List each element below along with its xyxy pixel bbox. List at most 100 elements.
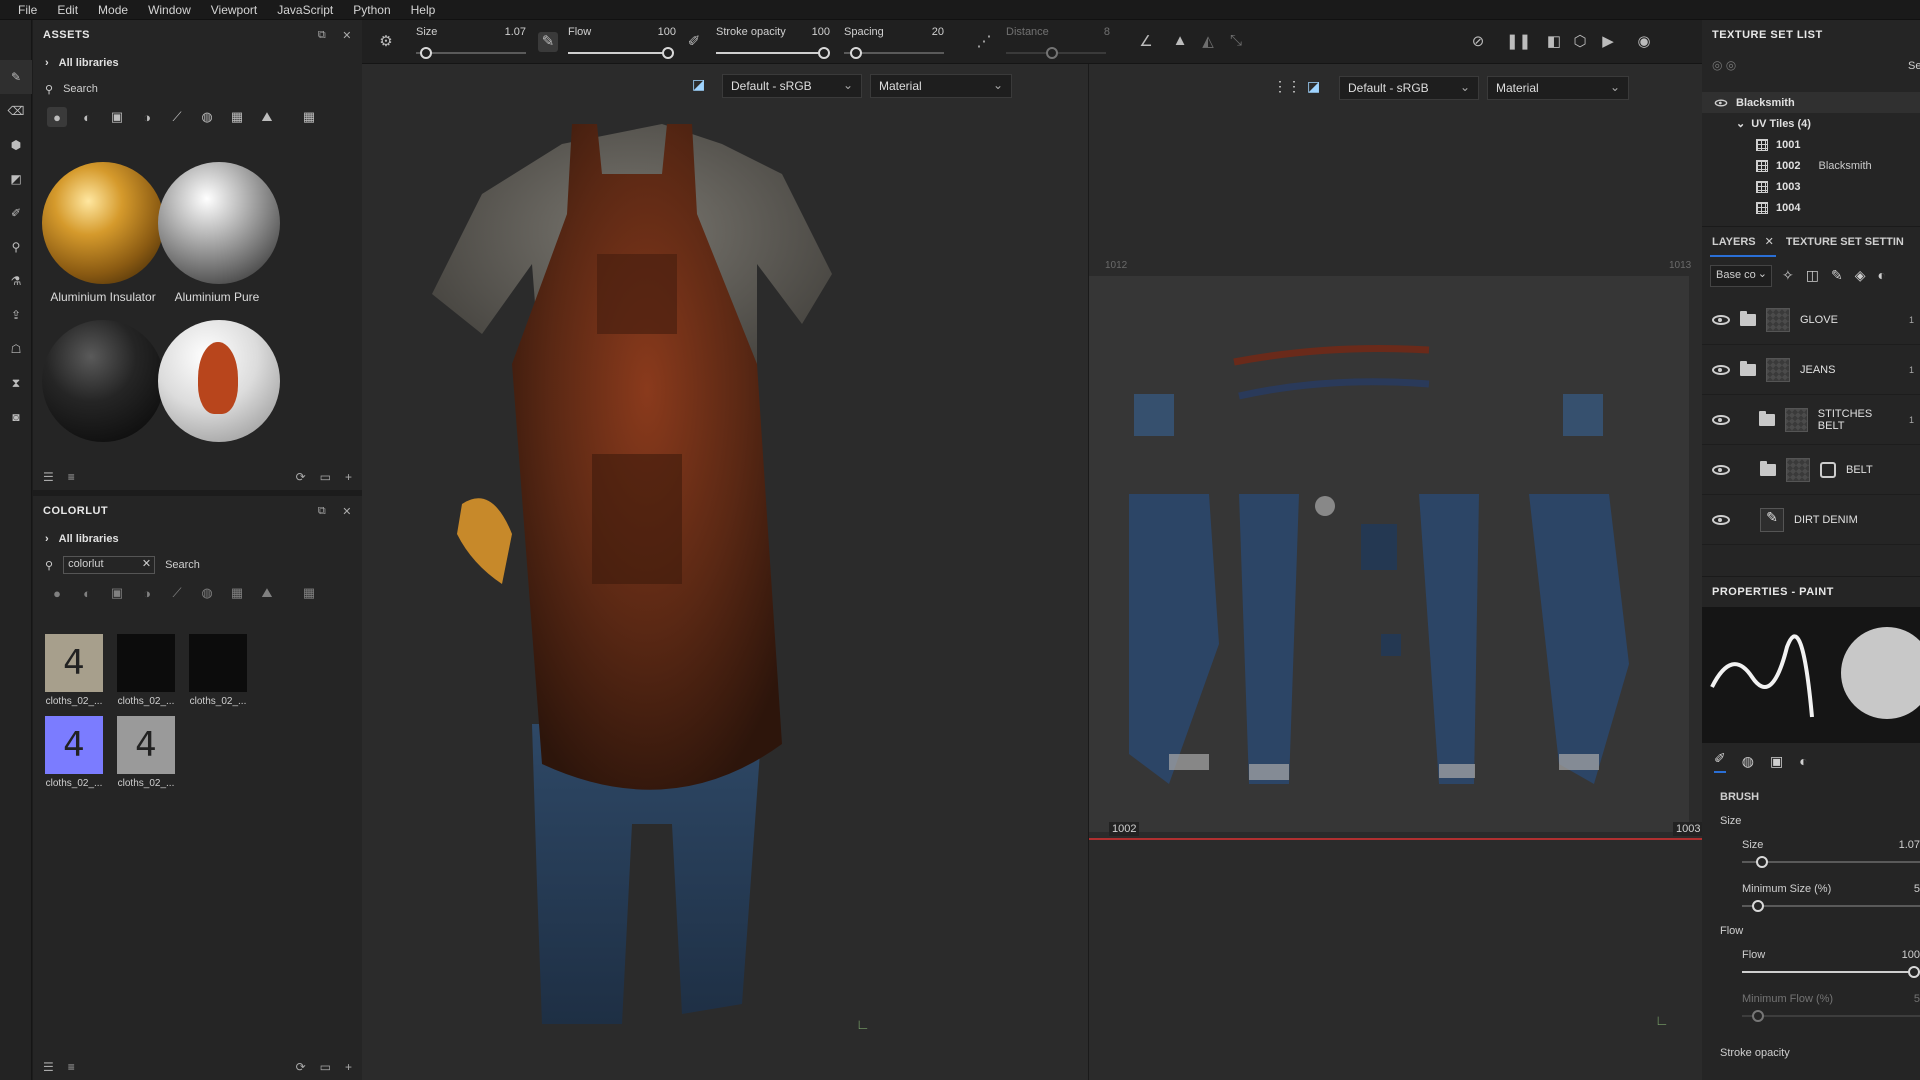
menu-python[interactable]: Python <box>343 3 400 17</box>
textures-filter-icon[interactable]: ▦ <box>227 107 247 127</box>
lut-thumbnail[interactable]: 4 <box>45 634 103 692</box>
flow-knob[interactable] <box>662 47 674 59</box>
list-view-icon[interactable]: ☰ <box>43 1060 54 1074</box>
transform-icon[interactable]: ⤡ <box>1226 32 1246 52</box>
material-tab-icon[interactable]: ◐ <box>1799 753 1807 769</box>
materials-filter-icon[interactable]: ● <box>47 583 67 603</box>
menu-edit[interactable]: Edit <box>47 3 88 17</box>
size-knob[interactable] <box>1756 856 1768 868</box>
cube-icon[interactable]: ⬡ <box>1570 32 1590 52</box>
colorlut-search-input[interactable]: colorlut ✕ <box>63 556 156 574</box>
asset-thumbnail[interactable] <box>42 320 164 442</box>
size-knob[interactable] <box>420 47 432 59</box>
smudge-tool-icon[interactable]: ✐ <box>0 196 32 230</box>
lut-thumbnail[interactable] <box>189 634 247 692</box>
eye-icon[interactable] <box>1714 99 1728 106</box>
viewport-2d[interactable]: ⋮⋮ ◪ Default - sRGB ⌄ Material ⌄ 1012 1013… <box>1088 64 1704 1080</box>
layer-row[interactable]: GLOVE 1 <box>1702 295 1920 345</box>
close-icon[interactable]: ✕ <box>1765 236 1774 248</box>
asset-thumbnail[interactable] <box>158 320 280 442</box>
add-fill-layer-icon[interactable]: ◈ <box>1855 267 1866 284</box>
channel-dropdown[interactable]: Base co ⌄ <box>1710 265 1772 287</box>
pen-pressure-icon[interactable]: ✎ <box>538 32 558 52</box>
menu-help[interactable]: Help <box>401 3 446 17</box>
smart-materials-filter-icon[interactable]: ◐ <box>77 107 97 127</box>
layer-row[interactable]: BELT <box>1702 445 1920 495</box>
viewport-3d[interactable]: ◪ Default - sRGB ⌄ Material ⌄ ∟ <box>362 64 1088 1080</box>
assets-library-selector[interactable]: › All libraries <box>33 50 362 76</box>
min-size-slider[interactable]: Minimum Size (%) 5 <box>1742 883 1920 912</box>
brush-flow-slider[interactable]: Flow 100 <box>1742 949 1920 978</box>
min-size-knob[interactable] <box>1752 900 1764 912</box>
sort-icon[interactable]: ≡ <box>68 470 75 484</box>
menu-window[interactable]: Window <box>138 3 201 17</box>
asset-thumbnail[interactable] <box>158 162 280 284</box>
colorlut-library-selector[interactable]: › All libraries <box>33 526 362 552</box>
particles-filter-icon[interactable]: ◍ <box>197 107 217 127</box>
eraser-tool-icon[interactable]: ⌫ <box>0 94 32 128</box>
flow-knob[interactable] <box>1908 966 1920 978</box>
tab-layers[interactable]: LAYERS ✕ <box>1710 228 1776 257</box>
layer-row[interactable]: ✎ DIRT DENIM <box>1702 495 1920 545</box>
uv-tile-row[interactable]: 1004 <box>1702 197 1920 218</box>
menu-file[interactable]: File <box>8 3 47 17</box>
screenshot-camera-icon[interactable]: ◉ <box>1634 32 1654 52</box>
textures-filter-icon[interactable]: ▦ <box>227 583 247 603</box>
close-icon[interactable]: ✕ <box>342 29 352 42</box>
particles-filter-icon[interactable]: ◍ <box>197 583 217 603</box>
folder-icon[interactable]: ▭ <box>320 1060 331 1074</box>
float-panel-icon[interactable]: ⧉ <box>318 505 326 518</box>
eye-icon[interactable] <box>1712 514 1730 525</box>
bake-icon[interactable]: ☖ <box>0 332 32 366</box>
eye-icon[interactable] <box>1712 464 1730 475</box>
lut-thumbnail[interactable] <box>117 634 175 692</box>
sort-icon[interactable]: ≡ <box>68 1060 75 1074</box>
symmetry-icon[interactable]: ▲ <box>1170 32 1190 52</box>
tab-texture-set-settings[interactable]: TEXTURE SET SETTIN <box>1786 236 1904 248</box>
layer-row[interactable]: STITCHES BELT 1 <box>1702 395 1920 445</box>
brush-tab-icon[interactable]: ✐ <box>1714 750 1726 773</box>
eye-icon[interactable] <box>1712 364 1730 375</box>
clone-tool-icon[interactable]: ⚲ <box>0 230 32 264</box>
export-icon[interactable]: ⇪ <box>0 298 32 332</box>
eye-icon[interactable] <box>1712 414 1730 425</box>
screenshot-icon[interactable]: ◙ <box>0 400 32 434</box>
line-angle-icon[interactable]: ∠ <box>1136 32 1156 52</box>
generators-filter-icon[interactable]: ◑ <box>137 583 157 603</box>
lazy-mouse-icon[interactable]: ⋰ <box>974 32 994 52</box>
uv-tile-row[interactable]: 1002 Blacksmith <box>1702 155 1920 176</box>
brush-size-slider[interactable]: Size 1.07 <box>1742 839 1920 868</box>
hide-icon[interactable]: ⊘ <box>1468 32 1488 52</box>
mirror-icon[interactable]: ◭ <box>1198 32 1218 52</box>
environments-filter-icon[interactable]: ⛰ <box>257 107 277 127</box>
menu-viewport[interactable]: Viewport <box>201 3 267 17</box>
lut-thumbnail-selected[interactable]: 4 <box>45 716 103 774</box>
materials-filter-icon[interactable]: ● <box>47 107 67 127</box>
split-view-icon[interactable]: ◧ <box>1544 32 1564 52</box>
add-paint-layer-icon[interactable]: ✎ <box>1831 267 1843 284</box>
uv-tile-row[interactable]: 1001 <box>1702 134 1920 155</box>
alpha-tab-icon[interactable]: ◍ <box>1742 753 1754 770</box>
asset-thumbnail[interactable] <box>42 162 164 284</box>
grid-view-icon[interactable]: ▦ <box>299 107 319 127</box>
brush-preset-icon[interactable]: ⚙ <box>376 32 396 52</box>
generators-filter-icon[interactable]: ◑ <box>137 107 157 127</box>
add-effect-icon[interactable]: ✧ <box>1782 267 1794 284</box>
clear-icon[interactable]: ✕ <box>142 557 151 570</box>
stroke-icon[interactable]: ✐ <box>684 32 704 52</box>
add-mask-icon[interactable]: ◫ <box>1806 267 1819 284</box>
environments-filter-icon[interactable]: ⛰ <box>257 583 277 603</box>
menu-javascript[interactable]: JavaScript <box>267 3 343 17</box>
brushes-filter-icon[interactable]: ⟋ <box>167 583 187 603</box>
folder-icon[interactable]: ▭ <box>320 470 331 484</box>
stencil-tab-icon[interactable]: ▣ <box>1770 753 1783 770</box>
polygon-fill-tool-icon[interactable]: ◩ <box>0 162 32 196</box>
add-group-icon[interactable]: ◐ <box>1877 267 1885 284</box>
menu-mode[interactable]: Mode <box>88 3 138 17</box>
assets-search[interactable]: ⚲ Search <box>33 76 362 102</box>
visibility-toggle-icon[interactable]: ◎ ◎ <box>1712 58 1736 72</box>
refresh-icon[interactable]: ⟳ <box>296 470 306 484</box>
grid-view-icon[interactable]: ▦ <box>299 583 319 603</box>
add-icon[interactable]: + <box>345 1060 352 1074</box>
brushes-filter-icon[interactable]: ⟋ <box>167 107 187 127</box>
